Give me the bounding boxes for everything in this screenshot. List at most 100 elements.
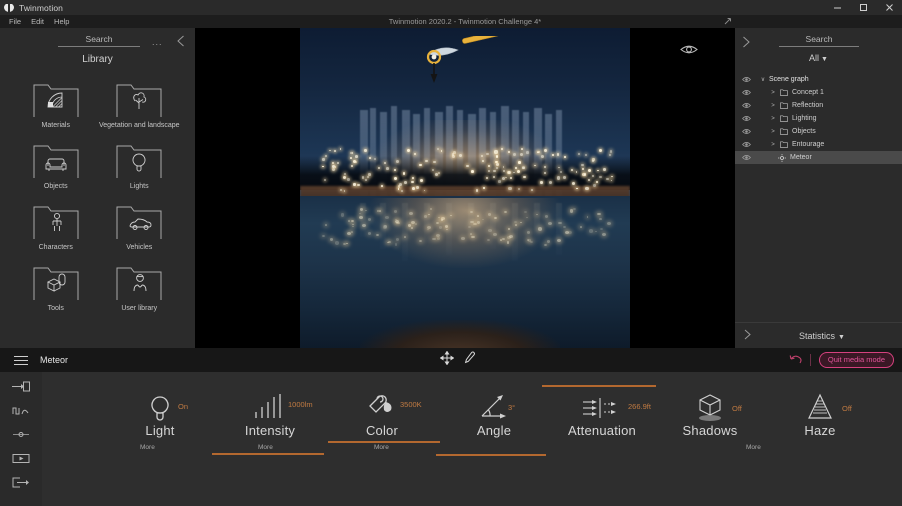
eye-visibility-icon[interactable]: [735, 154, 757, 161]
chevron-down-icon[interactable]: ∨: [757, 76, 769, 83]
attenuation-icon: 266.9ft: [542, 390, 662, 422]
scene-lamp: [332, 165, 336, 168]
property-more-button[interactable]: More: [258, 444, 273, 451]
scene-lamp: [496, 162, 499, 166]
library-item-characters[interactable]: Characters: [14, 199, 98, 251]
scene-lamp: [512, 153, 516, 157]
scene-lamp-reflection: [419, 239, 422, 242]
property-slider[interactable]: [212, 453, 324, 455]
scene-lamp: [412, 177, 415, 179]
scene-lamp-reflection: [436, 233, 441, 237]
library-more-options-button[interactable]: ...: [152, 37, 163, 47]
library-item-materials[interactable]: Materials: [14, 77, 98, 129]
move-gizmo-icon[interactable]: [439, 350, 455, 370]
chevron-right-icon[interactable]: >: [767, 90, 779, 96]
eyedropper-icon[interactable]: [464, 351, 476, 369]
scene-tree-row[interactable]: Meteor: [735, 151, 902, 164]
hamburger-menu-icon[interactable]: [14, 353, 28, 368]
expand-right-icon[interactable]: [741, 35, 751, 53]
eye-visibility-icon[interactable]: [735, 102, 757, 109]
property-shadows[interactable]: Off Shadows: [650, 390, 770, 438]
scene-tree-row[interactable]: > Entourage: [735, 138, 902, 151]
scene-lamp-reflection: [493, 216, 497, 220]
menu-item-help[interactable]: Help: [49, 17, 74, 26]
scene-tree-row[interactable]: > Objects: [735, 125, 902, 138]
vegetation-folder-icon: [111, 77, 167, 121]
property-angle[interactable]: 3° Angle: [434, 390, 554, 456]
menu-item-edit[interactable]: Edit: [26, 17, 49, 26]
scene-lamp: [581, 167, 584, 171]
property-slider[interactable]: [436, 454, 546, 456]
library-search-input[interactable]: Search: [58, 34, 140, 47]
scene-tree-row[interactable]: > Concept 1: [735, 86, 902, 99]
viewport[interactable]: [195, 28, 735, 348]
eye-visibility-icon[interactable]: [735, 128, 757, 135]
scene-lamp-reflection: [352, 225, 355, 228]
import-icon[interactable]: [11, 380, 31, 393]
scene-lamp: [584, 154, 587, 157]
curve-editor-icon[interactable]: [11, 404, 31, 417]
property-light[interactable]: On Light More: [100, 390, 220, 451]
scene-lamp: [522, 166, 525, 170]
properties-panel: On Light More 1000lm Intensity More 3500…: [0, 372, 902, 506]
scene-tree-row[interactable]: ∨ Scene graph: [735, 73, 902, 86]
scene-lamp: [437, 172, 440, 174]
chevron-right-icon[interactable]: >: [767, 129, 779, 135]
scene-tree-row[interactable]: > Lighting: [735, 112, 902, 125]
eye-visibility-icon[interactable]: [735, 115, 757, 122]
property-haze[interactable]: Off Haze: [760, 390, 880, 438]
scene-tree-row[interactable]: > Reflection: [735, 99, 902, 112]
library-item-user-library[interactable]: User library: [98, 260, 182, 312]
expand-icon[interactable]: [724, 18, 731, 27]
scene-lamp-reflection: [461, 236, 465, 240]
chevron-right-icon[interactable]: >: [767, 116, 779, 122]
property-value: Off: [842, 404, 852, 413]
library-item-tools[interactable]: Tools: [14, 260, 98, 312]
library-item-lights[interactable]: Lights: [98, 138, 182, 190]
chevron-right-icon[interactable]: >: [767, 142, 779, 148]
scene-lamp-reflection: [334, 241, 339, 245]
scene-lamp: [502, 166, 505, 168]
library-item-objects[interactable]: Objects: [14, 138, 98, 190]
property-more-button[interactable]: More: [746, 444, 761, 451]
close-icon[interactable]: [876, 0, 902, 15]
scene-lamp: [575, 187, 578, 190]
scene-lamp-reflection: [504, 211, 508, 214]
property-color[interactable]: 3500K Color More: [322, 390, 442, 451]
scene-lamp-reflection: [322, 235, 325, 238]
eye-visibility-icon[interactable]: [735, 89, 757, 96]
scene-lamp: [398, 183, 402, 187]
maximize-icon[interactable]: [850, 0, 876, 15]
export-icon[interactable]: [11, 476, 31, 489]
property-slider[interactable]: [328, 441, 440, 443]
light-direction-gizmo[interactable]: [420, 29, 520, 96]
keyframe-icon[interactable]: [11, 428, 31, 441]
scene-search-input[interactable]: Search: [779, 34, 859, 47]
quit-media-mode-button[interactable]: Quit media mode: [818, 352, 894, 368]
property-more-button[interactable]: More: [374, 444, 389, 451]
library-item-vegetation-and-landscape[interactable]: Vegetation and landscape: [98, 77, 182, 129]
play-media-icon[interactable]: [11, 452, 31, 465]
scene-lamp-reflection: [324, 224, 327, 227]
library-item-vehicles[interactable]: Vehicles: [98, 199, 182, 251]
title-bar: Twinmotion: [0, 0, 902, 15]
property-intensity[interactable]: 1000lm Intensity More: [210, 390, 330, 455]
property-more-button[interactable]: More: [140, 444, 155, 451]
scene-lamp-reflection: [563, 225, 566, 228]
eye-visibility-icon[interactable]: [735, 141, 757, 148]
minimize-icon[interactable]: [824, 0, 850, 15]
eye-visibility-icon[interactable]: [680, 42, 698, 60]
scene-lamp-reflection: [509, 235, 513, 239]
undo-icon[interactable]: [788, 351, 802, 369]
scene-lamp: [486, 152, 489, 155]
property-slider[interactable]: [542, 385, 656, 387]
chevron-right-icon[interactable]: >: [767, 103, 779, 109]
scene-filter-dropdown[interactable]: All ▼: [735, 53, 902, 63]
property-attenuation[interactable]: 266.9ft Attenuation More: [542, 385, 761, 451]
scene-lamp-reflection: [595, 230, 598, 233]
collapse-left-icon[interactable]: [176, 34, 186, 52]
library-grid: Materials Vegetation and landscape Objec…: [0, 77, 195, 312]
menu-item-file[interactable]: File: [4, 17, 26, 26]
statistics-bar[interactable]: Statistics ▼: [735, 322, 902, 348]
eye-visibility-icon[interactable]: [735, 76, 757, 83]
